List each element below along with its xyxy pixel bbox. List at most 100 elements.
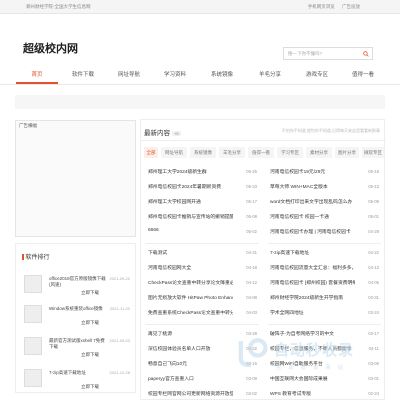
list-item[interactable]: 河南电信校园流量大全汇总：福利多多，惠惠... 04-13 bbox=[268, 262, 381, 274]
list-item[interactable]: 河南电信校园卡19元/29元 05-18 bbox=[268, 166, 381, 178]
ad-image[interactable]: 广告横幅 bbox=[15, 120, 136, 237]
content-tabs: 全部 网址导航 系统镜像 羊毛分享 值得一看 学习专区 素材分享 图片分享 微软… bbox=[144, 147, 384, 158]
tab-all[interactable]: 全部 bbox=[144, 147, 158, 158]
latest-title: 最新内容 +5 bbox=[144, 130, 181, 137]
rank-item[interactable]: Window系统重装office镜像 2021-11-20 立即下载 bbox=[21, 304, 134, 328]
list-item[interactable]: 河南电信校园卡办理 | 河南电信校园卡 04-29 bbox=[268, 226, 381, 238]
divider bbox=[141, 140, 386, 141]
list-item-title: 7-zip高速下载地址 bbox=[270, 251, 310, 256]
list-item-title: 河南电信校园卡19元/29元 bbox=[270, 170, 326, 175]
site-logo[interactable]: 超级校内网 bbox=[23, 40, 78, 56]
list-item-date: 03-24 bbox=[368, 310, 379, 315]
list-item-title: 郑州理工大学校园网开通 bbox=[148, 200, 201, 205]
list-item[interactable]: 河南电信校园卡 校园一卡通 05-01 bbox=[268, 211, 381, 223]
welcome-text: 郑州财经学院-全国大学生信息网 bbox=[26, 4, 91, 9]
list-item-title: 图片无损放大软件 HitPaw Photo Enhancer ... bbox=[148, 296, 233, 301]
list-item-title: 河南电信校园卡 校园一卡通 bbox=[270, 215, 329, 220]
list-item[interactable]: 下载测试 04-21 bbox=[146, 247, 259, 259]
nav-urls[interactable]: 网址导航 bbox=[109, 70, 149, 78]
list-item-title: 深信校园体验员名单人口开放 bbox=[148, 347, 211, 352]
list-item-title: 河南电信校园流量大全汇总：福利多多，惠惠... bbox=[270, 266, 355, 271]
rank-thumb bbox=[24, 305, 42, 323]
nav-active-underline bbox=[16, 82, 58, 84]
nav-software[interactable]: 软件下载 bbox=[63, 70, 103, 78]
top-links: 手机网页浏览 广告投放 bbox=[302, 4, 360, 10]
nav-study[interactable]: 学习资料 bbox=[155, 70, 195, 78]
search-placeholder: 搜一下你不懂吗? bbox=[288, 51, 323, 56]
nav-home[interactable]: 首页 bbox=[17, 70, 57, 78]
list-item-title: 河南电信校园网大全 bbox=[148, 266, 192, 271]
list-item[interactable]: 河南电信校园网大全 04-18 bbox=[146, 262, 259, 274]
list-item-title: 免费查重系统CheckPass论文查重中转分享... bbox=[148, 311, 233, 316]
list-item[interactable]: 学术全网四地址 03-24 bbox=[268, 307, 381, 319]
download-link[interactable]: 立即下载 bbox=[81, 320, 99, 326]
list-item-title: paperyy官方查重入口 bbox=[148, 377, 194, 382]
list-item[interactable]: 7-zip高速下载地址 04-22 bbox=[268, 247, 381, 259]
list-item[interactable]: WPS 教育考试专版 02-24 bbox=[268, 388, 381, 400]
tab-images[interactable]: 系统镜像 bbox=[190, 147, 216, 158]
list-item[interactable]: 郑州电信校园卡2024年暑期新资费 05-23 bbox=[146, 181, 259, 193]
list-item-date: 05-18 bbox=[368, 169, 379, 174]
list-item-date: 04-08 bbox=[246, 295, 257, 300]
list-item-date: 04-03 bbox=[246, 310, 257, 315]
tab-pictures[interactable]: 图片分享 bbox=[335, 147, 359, 158]
list-item-date: 04-22 bbox=[368, 250, 379, 255]
group-divider bbox=[146, 324, 259, 325]
rank-title: 软件排行 bbox=[22, 252, 50, 261]
list-item[interactable]: 6666 05-02 bbox=[146, 226, 259, 238]
tab-study[interactable]: 学习专区 bbox=[277, 147, 303, 158]
download-link[interactable]: 立即下载 bbox=[81, 384, 99, 390]
tab-worth[interactable]: 值得一看 bbox=[248, 147, 274, 158]
rank-item[interactable]: 最新官方测试版xshell 7免费下载 2021-09-03 立即下载 bbox=[21, 336, 134, 360]
list-item[interactable]: word文档打印出来文字出现乱码怎么办 05-09 bbox=[268, 196, 381, 208]
list-item[interactable]: CheckPass论文查重中转分享论文降重必备... 04-12 bbox=[146, 277, 259, 289]
list-item[interactable]: 郑州理工大学校园网开通 05-17 bbox=[146, 196, 259, 208]
list-item-title: 郑州电信校园卡2024年暑期新资费 bbox=[148, 185, 222, 190]
top-bar: 郑州财经学院-全国大学生信息网 手机网页浏览 广告投放 bbox=[0, 0, 400, 14]
nav-share[interactable]: 羊毛分享 bbox=[250, 70, 290, 78]
download-link[interactable]: 立即下载 bbox=[81, 290, 99, 296]
tab-share[interactable]: 羊毛分享 bbox=[219, 147, 245, 158]
list-item[interactable]: 免费查重系统CheckPass论文查重中转分享... 04-03 bbox=[146, 307, 259, 319]
nav-images[interactable]: 系统镜像 bbox=[202, 70, 242, 78]
mobile-link[interactable]: 手机网页浏览 bbox=[308, 4, 335, 9]
list-item-title: 郑州财经学院2024级新生开学指南 bbox=[270, 296, 344, 301]
list-item-date: 04-21 bbox=[246, 250, 257, 255]
search-icon[interactable] bbox=[363, 51, 369, 57]
list-item-date: 04-13 bbox=[368, 265, 379, 270]
list-item[interactable]: 郑州财经学院2024级新生开学指南 03-31 bbox=[268, 292, 381, 304]
list-item[interactable]: 图片无损放大软件 HitPaw Photo Enhancer ... 04-08 bbox=[146, 292, 259, 304]
list-item-title: 再见了桃源 bbox=[148, 332, 172, 337]
rank-thumb bbox=[24, 275, 42, 293]
list-item[interactable]: 草莓大师 WIN+MAC全版本 05-13 bbox=[268, 181, 381, 193]
watermark-subtitle: 自 动 收 录 网 站 bbox=[276, 365, 346, 371]
nav-games[interactable]: 游戏专区 bbox=[297, 70, 337, 78]
rank-item[interactable]: 7-zip高速下载地址 2021-12-28 立即下载 bbox=[21, 368, 134, 392]
list-item-date: 05-08 bbox=[246, 214, 257, 219]
list-item-title: 6666 bbox=[148, 228, 159, 233]
list-item-date: 04-05 bbox=[368, 280, 379, 285]
download-link[interactable]: 立即下载 bbox=[81, 352, 99, 358]
ad-image-alt: 广告横幅 bbox=[19, 123, 37, 128]
rank-item[interactable]: office2019官方原版镜像下载(风速) 2021-09-22 立即下载 bbox=[21, 274, 134, 298]
tab-microsoft[interactable]: 微软专区 bbox=[362, 147, 384, 158]
list-item-title: 郑州电信校园卡推销与宣传站的撤销提醒-惠... bbox=[148, 215, 233, 220]
search-box[interactable]: 搜一下你不懂吗? bbox=[283, 47, 373, 60]
group-divider bbox=[268, 324, 381, 325]
list-item[interactable]: 河南电信校园卡 [郑州校园) 套餐资费明细 04-05 bbox=[268, 277, 381, 289]
list-item-title: 河南电信校园卡 [郑州校园) 套餐资费明细 bbox=[270, 281, 355, 286]
watermark-title: 自动秒收录 bbox=[274, 342, 355, 359]
tab-material[interactable]: 素材分享 bbox=[306, 147, 332, 158]
list-item-title: 校园专栏网官网公司更新网络资源开放登入... bbox=[148, 392, 233, 397]
nav-worth[interactable]: 值得一看 bbox=[343, 70, 383, 78]
tab-urls[interactable]: 网址导航 bbox=[161, 147, 187, 158]
list-item[interactable]: 郑州电信校园卡推销与宣传站的撤销提醒-惠... 05-08 bbox=[146, 211, 259, 223]
ad-link[interactable]: 广告投放 bbox=[342, 4, 360, 9]
list-item-date: 05-25 bbox=[246, 169, 257, 174]
list-item[interactable]: 郑州理工大学2024级新生群 05-25 bbox=[146, 166, 259, 178]
latest-subtitle: 不怕你不知道,就怕你不知道,记得每天来这里看看新鲜事 bbox=[281, 128, 380, 133]
watermark: 自动秒收录 自 动 收 录 网 站 bbox=[232, 332, 390, 377]
main-nav: 首页 软件下载 网址导航 学习资料 系统镜像 羊毛分享 游戏专区 值得一看 bbox=[0, 62, 400, 85]
list-item-date: 05-17 bbox=[246, 199, 257, 204]
list-item[interactable]: 校园专栏网官网公司更新网络资源开放登入... 03-02 bbox=[146, 388, 259, 400]
